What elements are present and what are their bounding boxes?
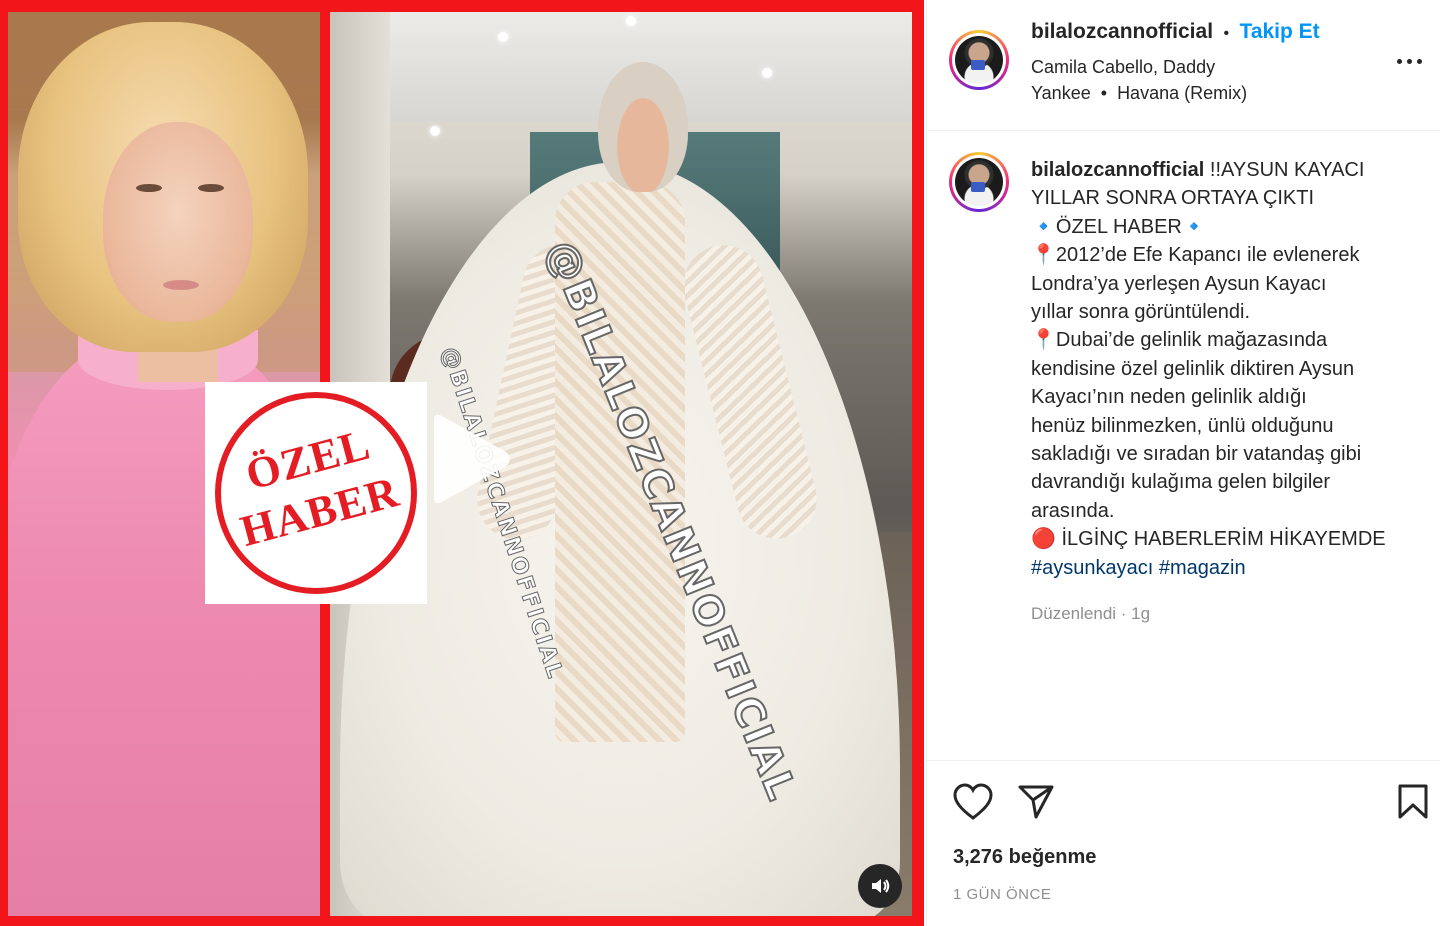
action-bar: [927, 760, 1440, 841]
caption-line: 📍2012’de Efe Kapancı ile evlenerek: [1031, 244, 1360, 267]
caption-line: sakladığı ve sıradan bir vatandaş gibi: [1031, 443, 1362, 466]
post-caption: bilalozcannofficial !!AYSUN KAYACI YILLA…: [1031, 156, 1419, 582]
likes-count[interactable]: 3,276 beğenme: [953, 846, 1096, 869]
caption-line: YILLAR SONRA ORTAYA ÇIKTI: [1031, 187, 1315, 210]
post-timestamp[interactable]: 1 GÜN ÖNCE: [953, 886, 1051, 903]
heart-icon[interactable]: [953, 783, 993, 821]
ozel-haber-stamp: ÖZEL HABER: [205, 382, 427, 604]
more-options-icon[interactable]: [1395, 52, 1425, 72]
post-media[interactable]: @BILALOZCANNOFFICIAL @BILALOZCANNOFFICIA…: [0, 0, 926, 926]
audio-artist-line1: Camila Cabello, Daddy: [1031, 57, 1216, 77]
avatar[interactable]: [949, 30, 1009, 90]
edited-label: Düzenlendi · 1g: [1031, 604, 1151, 623]
follow-button[interactable]: Takip Et: [1240, 20, 1320, 43]
caption-line: 🔹ÖZEL HABER🔹: [1031, 215, 1207, 238]
mute-button[interactable]: [858, 864, 902, 908]
audio-artist-line2: Yankee: [1031, 83, 1091, 103]
caption-line: kendisine özel gelinlik diktiren Aysun: [1031, 357, 1355, 380]
hashtag-links[interactable]: #aysunkayacı #magazin: [1031, 554, 1419, 582]
caption-line: Londra’ya yerleşen Aysun Kayacı: [1031, 272, 1327, 295]
caption-line: yıllar sonra görüntülendi.: [1031, 301, 1251, 324]
caption-line: !!AYSUN KAYACI: [1209, 159, 1365, 181]
audio-info[interactable]: Camila Cabello, Daddy Yankee • Havana (R…: [1031, 54, 1331, 106]
header-username[interactable]: bilalozcannofficial: [1031, 20, 1213, 43]
play-icon[interactable]: [428, 412, 512, 506]
audio-song: Havana (Remix): [1117, 83, 1248, 103]
caption-line: Kayacı’nın neden gelinlik aldığı: [1031, 386, 1307, 409]
bookmark-icon[interactable]: [1397, 783, 1429, 821]
caption-line: 🔴 İLGİNÇ HABERLERİM HİKAYEMDE: [1031, 528, 1386, 551]
post-sidebar: bilalozcannofficial • Takip Et Camila Ca…: [926, 0, 1440, 926]
caption-line: henüz bilinmezken, ünlü olduğunu: [1031, 414, 1334, 437]
caption-line: arasında.: [1031, 499, 1115, 522]
speaker-icon: [872, 879, 890, 893]
post-header: bilalozcannofficial • Takip Et Camila Ca…: [927, 0, 1440, 131]
audio-separator: •: [1100, 83, 1108, 103]
share-icon[interactable]: [1017, 783, 1055, 821]
separator-dot: •: [1223, 25, 1230, 42]
caption-username[interactable]: bilalozcannofficial: [1031, 159, 1204, 181]
caption-line: 📍Dubai’de gelinlik mağazasında: [1031, 329, 1328, 352]
caption-avatar[interactable]: [949, 152, 1009, 212]
caption-line: davrandığı kulağıma gelen bilgiler: [1031, 471, 1331, 494]
